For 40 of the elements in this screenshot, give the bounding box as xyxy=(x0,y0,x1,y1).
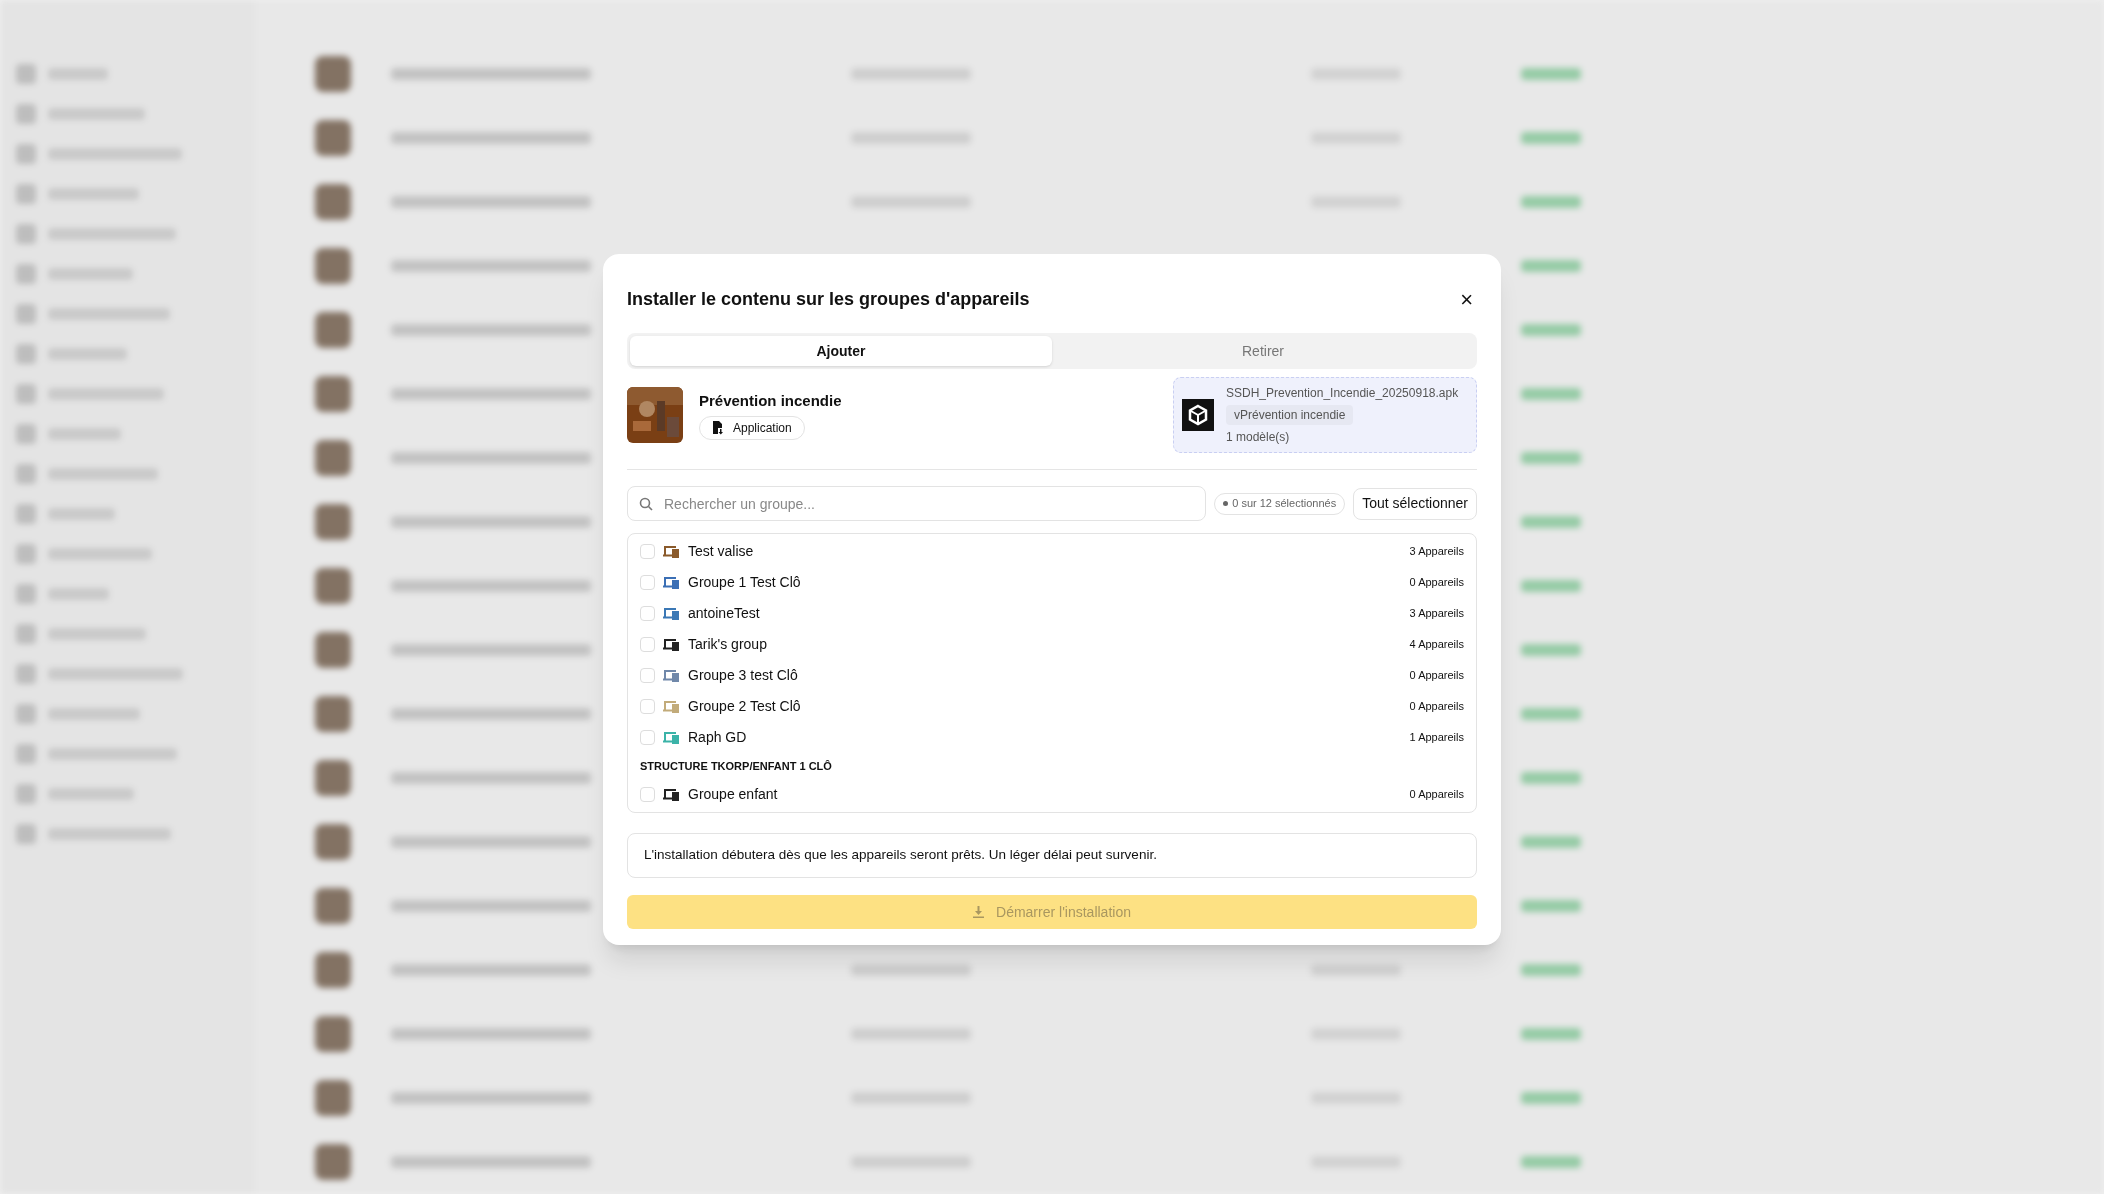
tab[interactable]: Ajouter xyxy=(630,336,1052,366)
group-name: Tarik's group xyxy=(688,635,768,654)
info-note: L'installation débutera dès que les appareils seront prêts. Un léger délai peut survenir. xyxy=(627,833,1477,878)
checkbox[interactable] xyxy=(640,699,655,714)
select-all-button[interactable]: Tout sélectionner xyxy=(1353,487,1477,520)
device-count: 4 Appareils xyxy=(1409,637,1464,653)
search-icon xyxy=(639,497,653,511)
group-name: Groupe 2 Test Clô xyxy=(688,697,802,716)
group-name: Groupe 3 test Clô xyxy=(688,666,799,685)
checkbox[interactable] xyxy=(640,637,655,652)
device-count: 0 Appareils xyxy=(1409,699,1464,715)
checkbox[interactable] xyxy=(640,787,655,802)
group-name: Test valise xyxy=(688,542,755,561)
group-name: Groupe enfant xyxy=(688,785,779,804)
checkbox[interactable] xyxy=(640,544,655,559)
device-count: 1 Appareils xyxy=(1409,730,1464,746)
checkbox[interactable] xyxy=(640,575,655,590)
version-tag: vPrévention incendie xyxy=(1226,405,1354,425)
device-count: 3 Appareils xyxy=(1409,544,1464,560)
group-name: antoineTest xyxy=(688,604,761,623)
content-title: Prévention incendie xyxy=(699,390,842,411)
search-field[interactable]: Rechercher un groupe... xyxy=(627,486,1207,521)
tab[interactable]: Retirer xyxy=(1052,336,1474,366)
group-name: Raph GD xyxy=(688,728,748,747)
checkbox[interactable] xyxy=(640,606,655,621)
cube-icon xyxy=(1182,399,1214,431)
dialog-title: Installer le contenu sur les groupes d'appareils xyxy=(627,288,1030,311)
file-name: SSDH_Prevention_Incendie_20250918.apk xyxy=(1226,385,1459,402)
file-download-icon xyxy=(712,421,725,436)
device-count: 3 Appareils xyxy=(1409,606,1464,622)
device-count: 0 Appareils xyxy=(1409,668,1464,684)
checkbox[interactable] xyxy=(640,730,655,745)
group-name: Groupe 1 Test Clô xyxy=(688,573,802,592)
device-count: 0 Appareils xyxy=(1409,575,1464,591)
close-button[interactable]: × xyxy=(1456,288,1477,311)
checkbox[interactable] xyxy=(640,668,655,683)
section-heading: STRUCTURE TKORP/ENFANT 1 CLÔ xyxy=(640,758,833,774)
download-icon xyxy=(973,906,984,918)
device-count: 0 Appareils xyxy=(1409,787,1464,803)
models-count: 1 modèle(s) xyxy=(1226,429,1291,446)
